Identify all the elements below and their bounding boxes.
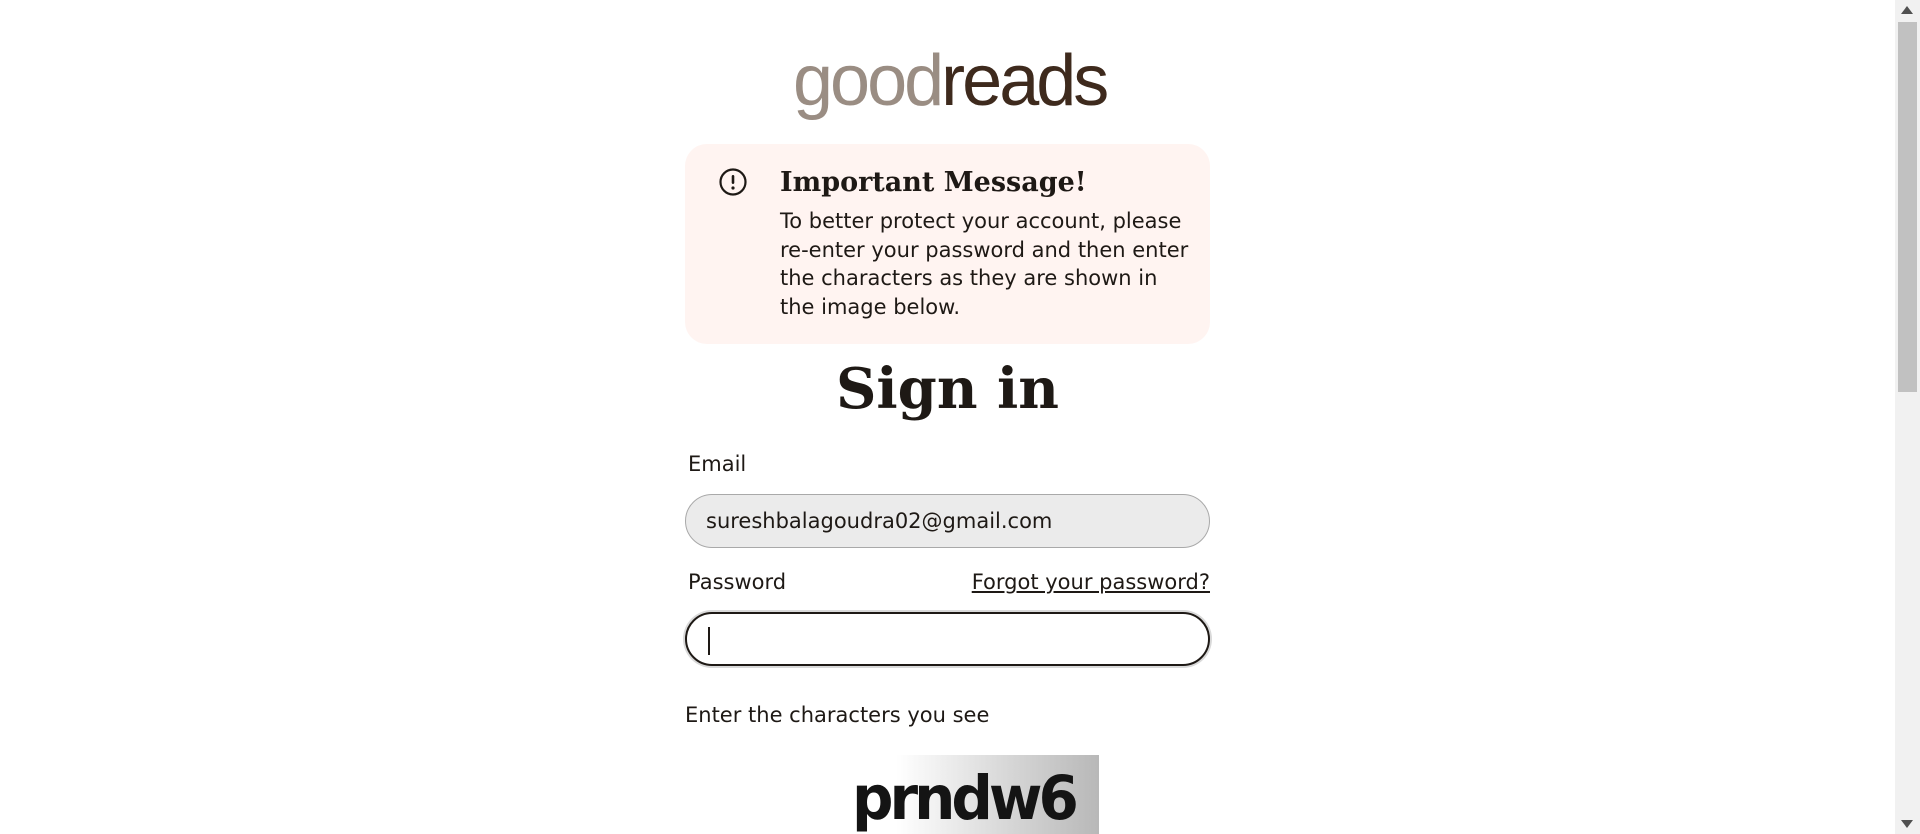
logo-part-reads: reads (941, 41, 1109, 121)
text-cursor (708, 627, 710, 655)
vertical-scrollbar[interactable] (1895, 0, 1920, 834)
email-label: Email (688, 452, 747, 476)
captcha-image: prndw6 (846, 755, 1099, 834)
captcha-label: Enter the characters you see (685, 703, 990, 727)
page: goodreads Important Message! To better p… (0, 0, 1895, 834)
alert-title: Important Message! (780, 167, 1087, 198)
alert-body: To better protect your account, please r… (780, 209, 1189, 319)
scrollbar-thumb[interactable] (1898, 22, 1917, 392)
captcha-text: prndw6 (852, 762, 1079, 834)
scroll-up-arrow-icon[interactable] (1901, 6, 1913, 14)
page-title: Sign in (835, 356, 1060, 422)
goodreads-logo[interactable]: goodreads (793, 36, 1109, 126)
important-message-alert: Important Message! To better protect you… (685, 144, 1210, 344)
exclamation-circle-icon (719, 168, 747, 196)
logo-part-good: good (793, 41, 944, 121)
forgot-password-link[interactable]: Forgot your password? (972, 567, 1210, 597)
password-label: Password (688, 570, 787, 594)
password-field[interactable] (685, 612, 1210, 666)
email-field[interactable] (685, 494, 1210, 548)
scroll-down-arrow-icon[interactable] (1901, 820, 1913, 828)
